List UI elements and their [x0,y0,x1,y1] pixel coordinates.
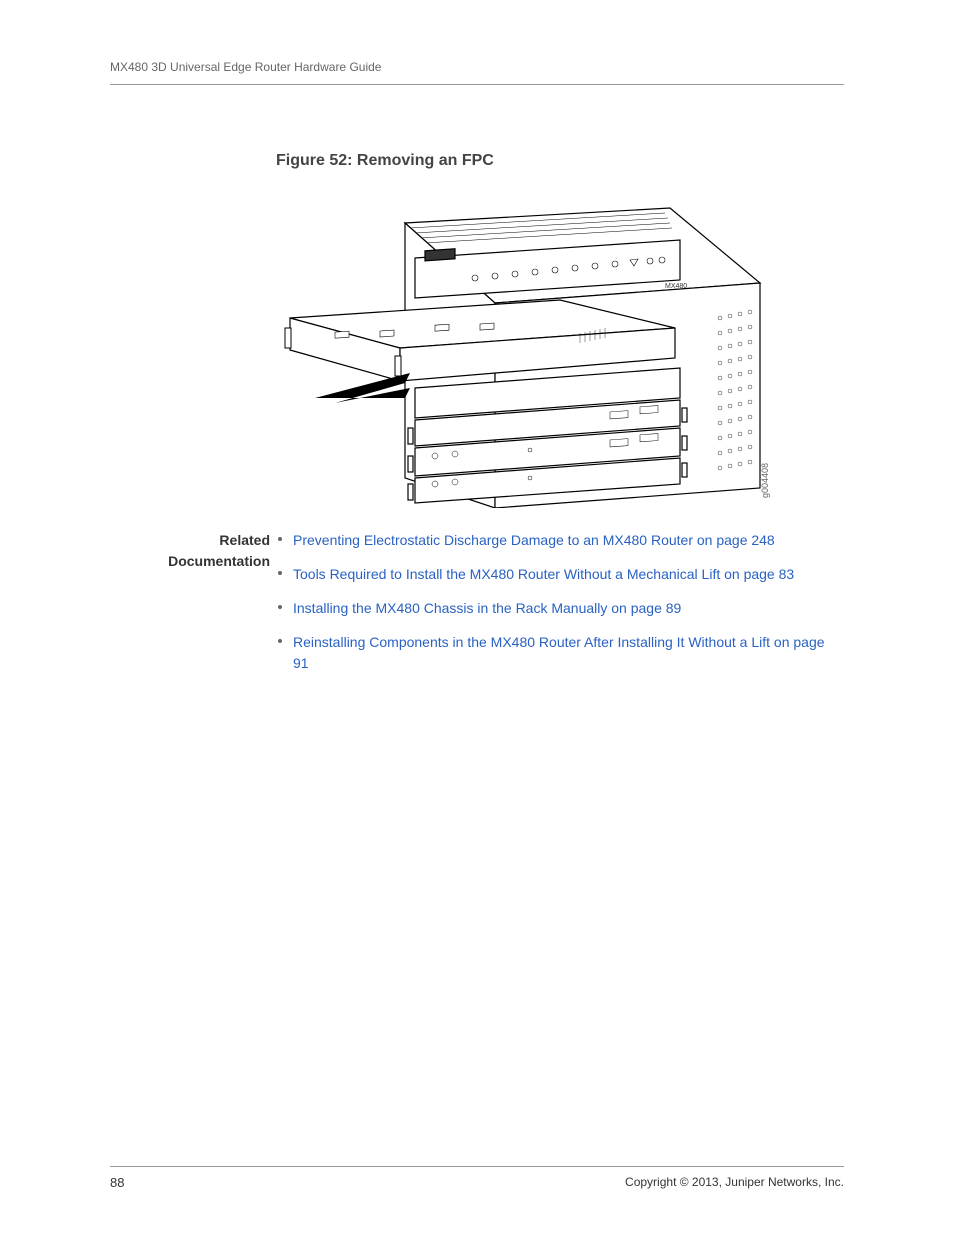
page-number: 88 [110,1175,124,1190]
figure-caption: Figure 52: Removing an FPC [276,152,494,170]
list-item: Tools Required to Install the MX480 Rout… [293,564,833,585]
figure-image-id: g004408 [760,463,770,498]
related-documentation-heading: Related Documentation [110,530,270,572]
bullet-icon [278,537,282,541]
related-link-esd[interactable]: Preventing Electrostatic Discharge Damag… [293,532,775,548]
figure-image: MX480 [280,188,770,508]
related-heading-line1: Related [219,532,270,548]
list-item: Installing the MX480 Chassis in the Rack… [293,598,833,619]
page-footer: 88 Copyright © 2013, Juniper Networks, I… [110,1166,844,1190]
list-item: Reinstalling Components in the MX480 Rou… [293,632,833,674]
related-heading-line2: Documentation [168,553,270,569]
header-title: MX480 3D Universal Edge Router Hardware … [110,60,381,74]
related-link-reinstall[interactable]: Reinstalling Components in the MX480 Rou… [293,634,825,671]
bullet-icon [278,639,282,643]
bullet-icon [278,571,282,575]
related-link-tools[interactable]: Tools Required to Install the MX480 Rout… [293,566,794,582]
bullet-icon [278,605,282,609]
svg-text:MX480: MX480 [665,283,687,290]
page-header: MX480 3D Universal Edge Router Hardware … [110,58,844,85]
related-documentation-list: Preventing Electrostatic Discharge Damag… [293,530,833,687]
related-link-chassis[interactable]: Installing the MX480 Chassis in the Rack… [293,600,681,616]
router-diagram-icon: MX480 [280,188,770,508]
copyright-text: Copyright © 2013, Juniper Networks, Inc. [625,1175,844,1190]
list-item: Preventing Electrostatic Discharge Damag… [293,530,833,551]
